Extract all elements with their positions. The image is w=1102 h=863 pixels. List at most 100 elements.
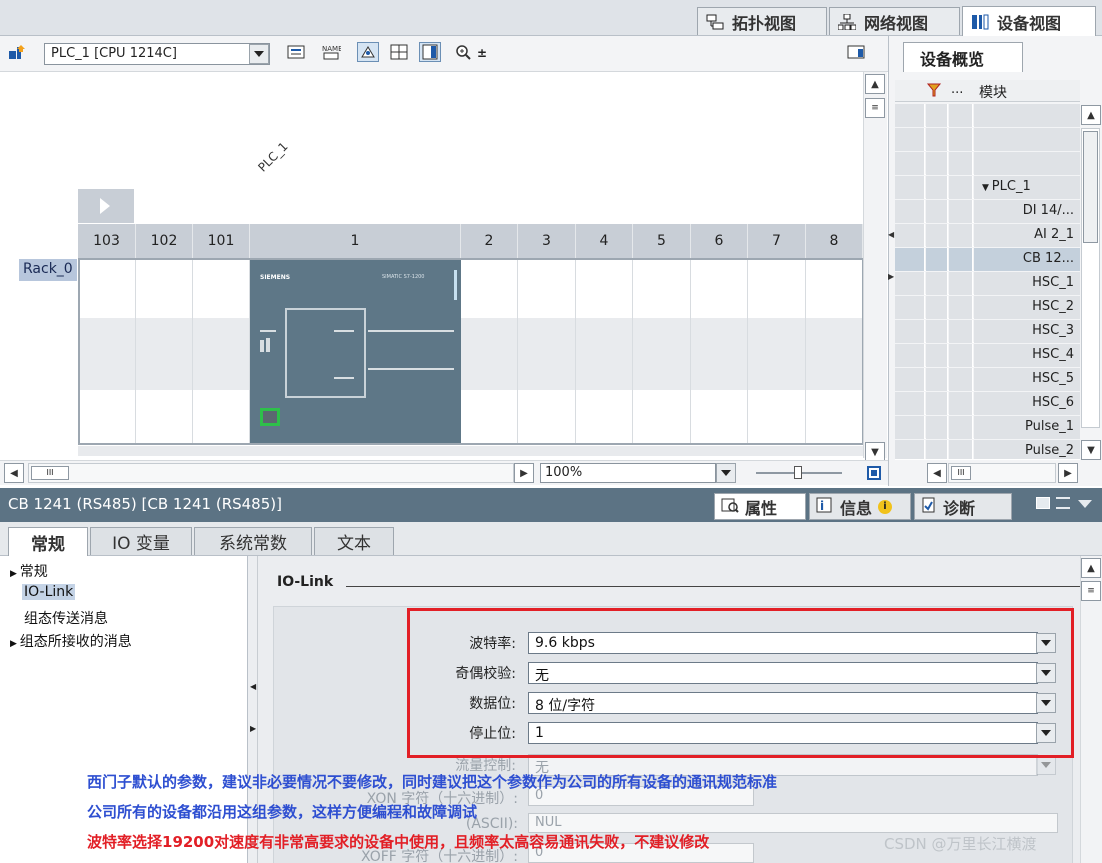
list-item[interactable]: DI 14/... [895,200,1080,223]
xon-ascii-field[interactable]: NUL [528,813,1058,833]
expand-caret-icon[interactable]: ▶ [10,569,20,579]
overview-horizontal-scrollbar[interactable]: III [948,463,1056,483]
scroll-thumb[interactable] [1083,131,1098,243]
tab-diagnostics[interactable]: 诊断 [914,493,1012,520]
tab-properties[interactable]: 属性 [714,493,806,520]
connector-icon [260,340,264,352]
list-item[interactable]: Pulse_1 [895,416,1080,439]
column-module[interactable]: 模块 [979,82,1007,102]
list-item[interactable]: HSC_1 [895,272,1080,295]
zoom-select[interactable]: 100% [540,463,716,483]
tab-io-tags[interactable]: IO 变量 [90,527,192,555]
list-item[interactable]: HSC_5 [895,368,1080,391]
rack-expand-icon[interactable] [78,189,134,223]
rack-name: Rack_0 [19,259,77,281]
nav-item-receive-message[interactable]: ▶ 组态所接收的消息 [10,631,132,651]
overview-toggle-icon[interactable] [419,42,441,62]
cpu-brand: SIEMENS [260,274,291,281]
device-select[interactable]: PLC_1 [CPU 1214C] [44,43,270,65]
list-item[interactable]: ▼ PLC_1 [895,176,1080,199]
tab-network-view[interactable]: 网络视图 [829,7,960,35]
collapse-panel-icon[interactable]: ◀ [888,230,895,250]
list-item[interactable] [895,104,1080,127]
module-labels-icon[interactable] [285,42,307,62]
content-vertical-scrollbar[interactable] [1080,556,1102,863]
device-select-dropdown[interactable] [249,44,269,64]
device-properties-icon[interactable] [6,42,28,62]
scroll-thumb[interactable]: III [951,466,971,480]
canvas-horizontal-scrollbar[interactable]: III [28,463,514,483]
tab-info-label: 信息 [840,498,873,518]
overview-scroll-up-button[interactable]: ▲ [1081,105,1101,125]
list-item[interactable] [895,128,1080,151]
expand-panel-icon[interactable]: ▶ [888,272,895,292]
nav-item-label: 组态传送消息 [24,611,108,627]
rack-rail [78,446,864,456]
slot-header: 5 [633,224,691,258]
overview-scroll-track[interactable] [1081,128,1100,428]
list-item[interactable]: Pulse_2 [895,440,1080,460]
canvas-vertical-scrollbar[interactable] [863,72,887,458]
collapse-nav-icon[interactable]: ◀ [250,682,256,691]
nav-item-general[interactable]: ▶ 常规 [10,561,48,581]
list-item[interactable]: HSC_6 [895,392,1080,415]
window-mode-icon[interactable] [1036,497,1050,509]
overview-scroll-down-button[interactable]: ▼ [1081,440,1101,460]
zoom-value: 100% [545,465,583,480]
tab-device-overview[interactable]: 设备概览 [903,42,1023,72]
scroll-down-button[interactable]: ▼ [865,442,885,462]
expand-nav-icon[interactable]: ▶ [250,724,256,733]
content-scroll-up-button[interactable]: ▲ [1081,558,1101,578]
nav-item-transmit-message[interactable]: 组态传送消息 [24,608,108,628]
zoom-slider[interactable] [756,466,842,479]
column-dots[interactable]: ... [951,82,963,97]
nav-item-io-link[interactable]: IO-Link [22,584,76,600]
zoom-dropdown[interactable] [716,463,736,483]
pan-tool-icon[interactable] [357,42,379,62]
list-item-selected[interactable]: CB 12... [895,248,1080,271]
overview-scroll-left-button[interactable]: ◀ [927,463,947,483]
tab-device-view[interactable]: 设备视图 [962,6,1096,36]
list-layout-icon[interactable] [1056,497,1070,509]
expand-caret-icon[interactable]: ▶ [10,639,20,649]
module-filter-icon[interactable] [926,82,942,102]
zoom-slider-handle[interactable] [794,466,802,479]
scroll-thumb[interactable]: ≡ [1081,581,1101,601]
device-select-value: PLC_1 [CPU 1214C] [51,46,177,61]
tab-topology-view[interactable]: 拓扑视图 [697,7,827,35]
overview-scroll-right-button[interactable]: ▶ [1058,463,1078,483]
flow-control-dropdown[interactable] [1036,755,1056,775]
grid-icon[interactable] [388,42,410,62]
chevron-down-icon[interactable] [1078,500,1092,508]
slot-header: 6 [691,224,748,258]
slot-header: 8 [806,224,863,258]
scroll-thumb[interactable]: III [31,466,69,480]
tab-texts[interactable]: 文本 [314,527,394,555]
signal-board-slot[interactable] [285,308,366,398]
tab-general[interactable]: 常规 [8,527,88,557]
list-item[interactable]: AI 2_1 [895,224,1080,247]
scroll-up-button[interactable]: ▲ [865,74,885,94]
list-item[interactable]: HSC_2 [895,296,1080,319]
list-item[interactable]: HSC_4 [895,344,1080,367]
tab-properties-label: 属性 [745,498,778,518]
fit-view-icon[interactable] [864,463,886,483]
list-item[interactable] [895,152,1080,175]
scroll-right-button[interactable]: ▶ [514,463,534,483]
name-icon[interactable]: NAME [320,42,343,62]
xon-ascii-value: NUL [535,815,562,830]
tab-info[interactable]: i 信息 i [809,493,911,520]
device-icon [971,14,989,30]
ethernet-port-icon[interactable] [260,408,280,426]
zoom-options-icon[interactable]: ± [477,46,487,60]
panel-options-icon[interactable] [845,42,867,62]
scroll-left-button[interactable]: ◀ [4,463,24,483]
topology-icon [706,14,724,30]
zoom-icon[interactable] [453,42,475,62]
tab-system-constants[interactable]: 系统常数 [194,527,312,555]
expand-caret-icon[interactable]: ▼ [982,183,992,193]
slot-header: 2 [461,224,518,258]
cpu-module[interactable]: SIEMENS SIMATIC S7-1200 [250,260,461,443]
scroll-thumb[interactable]: ≡ [865,98,885,118]
list-item[interactable]: HSC_3 [895,320,1080,343]
